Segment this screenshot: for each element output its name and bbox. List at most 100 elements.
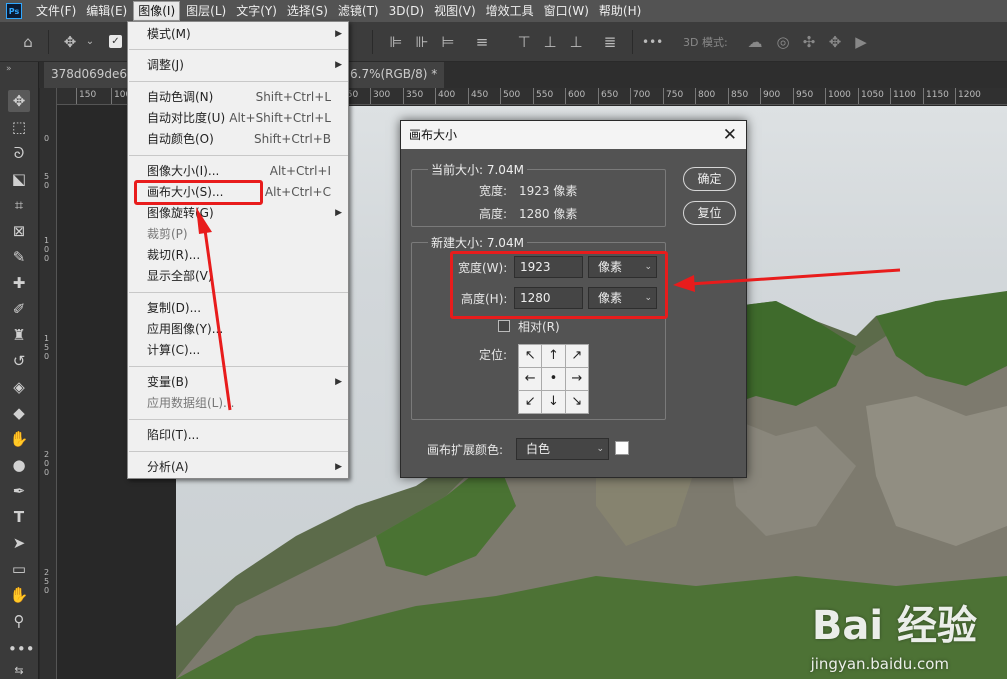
3d-camera-icon[interactable]: ▶ [851, 32, 871, 52]
3d-pan-icon[interactable]: ✣ [799, 32, 819, 52]
align-center-icon[interactable]: ⊪ [412, 32, 432, 52]
menu-select[interactable]: 选择(S) [283, 1, 332, 21]
menu-item-reveal-all[interactable]: 显示全部(V) [128, 266, 348, 287]
menu-item-auto-contrast[interactable]: 自动对比度(U) Alt+Shift+Ctrl+L [128, 108, 348, 129]
menu-item-trim[interactable]: 裁切(R)... [128, 245, 348, 266]
menu-filter[interactable]: 滤镜(T) [334, 1, 383, 21]
distribute-icon[interactable]: ≡ [472, 32, 492, 52]
menu-layer[interactable]: 图层(L) [182, 1, 230, 21]
collapse-grip-icon[interactable]: » [6, 64, 12, 74]
menu-item-label: 计算(C)... [147, 343, 201, 357]
align-right-icon[interactable]: ⊨ [438, 32, 458, 52]
menu-item-duplicate[interactable]: 复制(D)... [128, 298, 348, 319]
menu-item-image-size[interactable]: 图像大小(I)... Alt+Ctrl+I [128, 161, 348, 182]
menu-item-label: 陷印(T)... [147, 428, 200, 442]
auto-select-checkbox[interactable]: ✓ [109, 35, 122, 48]
marquee-tool-icon[interactable]: ⬚ [8, 116, 30, 138]
3d-orbit-icon[interactable]: ☁ [745, 32, 765, 52]
object-select-tool-icon[interactable]: ⬕ [8, 168, 30, 190]
menu-view[interactable]: 视图(V) [430, 1, 480, 21]
frame-tool-icon[interactable]: ⊠ [8, 220, 30, 242]
ruler-tick: 0 [44, 459, 50, 468]
clone-stamp-tool-icon[interactable]: ♜ [8, 324, 30, 346]
paint-bucket-tool-icon[interactable]: ◆ [8, 402, 30, 424]
chevron-down-icon[interactable]: ⌄ [80, 32, 100, 52]
3d-slide-icon[interactable]: ✥ [825, 32, 845, 52]
menu-item-apply-image[interactable]: 应用图像(Y)... [128, 319, 348, 340]
reset-button[interactable]: 复位 [683, 201, 736, 225]
crop-tool-icon[interactable]: ⌗ [8, 194, 30, 216]
ruler-tick: 2 [44, 450, 50, 459]
healing-brush-tool-icon[interactable]: ✚ [8, 272, 30, 294]
new-size-label: 新建大小: 7.04M [428, 234, 527, 251]
anchor-arrow-down-left-icon[interactable]: ↙ [517, 390, 543, 414]
pen-tool-icon[interactable]: ✒ [8, 480, 30, 502]
current-size-label: 当前大小: 7.04M [428, 161, 527, 178]
menu-item-mode[interactable]: 模式(M) ▶ [128, 24, 348, 45]
menu-image[interactable]: 图像(I) [133, 1, 181, 21]
anchor-arrow-right-icon[interactable]: → [564, 367, 590, 391]
anchor-arrow-down-right-icon[interactable]: ↘ [564, 390, 590, 414]
menu-item-crop[interactable]: 裁剪(P) [128, 224, 348, 245]
menu-item-auto-tone[interactable]: 自动色调(N) Shift+Ctrl+L [128, 87, 348, 108]
ruler-tick: 400 [435, 88, 455, 104]
menu-item-auto-color[interactable]: 自动颜色(O) Shift+Ctrl+B [128, 129, 348, 150]
eraser-tool-icon[interactable]: ◈ [8, 376, 30, 398]
ok-button[interactable]: 确定 [683, 167, 736, 191]
chevron-down-icon: ⌄ [596, 444, 604, 454]
anchor-arrow-up-right-icon[interactable]: ↗ [564, 344, 590, 368]
history-brush-tool-icon[interactable]: ↺ [8, 350, 30, 372]
path-select-tool-icon[interactable]: ➤ [8, 532, 30, 554]
anchor-center-dot-icon[interactable]: • [541, 367, 566, 391]
menu-item-calculations[interactable]: 计算(C)... [128, 340, 348, 361]
anchor-arrow-up-left-icon[interactable]: ↖ [517, 344, 543, 368]
move-tool-icon[interactable]: ✥ [60, 32, 80, 52]
distribute-vertical-icon[interactable]: ≣ [600, 32, 620, 52]
anchor-grid[interactable]: ↖ ↑ ↗ ← • → ↙ ↓ ↘ [517, 344, 590, 414]
brush-tool-icon[interactable]: ✐ [8, 298, 30, 320]
3d-mode-label: 3D 模式: [683, 36, 728, 49]
dodge-tool-icon[interactable]: ● [8, 454, 30, 476]
align-bottom-icon[interactable]: ⊥ [566, 32, 586, 52]
home-icon[interactable]: ⌂ [18, 32, 38, 52]
menu-window[interactable]: 窗口(W) [540, 1, 593, 21]
menu-type[interactable]: 文字(Y) [232, 1, 281, 21]
anchor-arrow-down-icon[interactable]: ↓ [541, 390, 566, 414]
ruler-tick: 1 [44, 334, 50, 343]
anchor-arrow-up-icon[interactable]: ↑ [541, 344, 566, 368]
menu-plugins[interactable]: 增效工具 [482, 1, 538, 21]
hand-tool-icon[interactable]: ✋ [8, 584, 30, 606]
menu-item-apply-data-set[interactable]: 应用数据组(L)... [128, 393, 348, 414]
menu-item-analysis[interactable]: 分析(A) ▶ [128, 457, 348, 478]
ruler-tick: 0 [44, 468, 50, 477]
canvas-extension-color-select[interactable]: 白色 ⌄ [516, 438, 609, 460]
blur-tool-icon[interactable]: ✋ [8, 428, 30, 450]
lasso-tool-icon[interactable]: ᘐ [8, 142, 30, 164]
menu-edit[interactable]: 编辑(E) [82, 1, 131, 21]
menu-item-label: 模式(M) [147, 27, 191, 41]
align-middle-icon[interactable]: ⊥ [540, 32, 560, 52]
menu-item-image-rotation[interactable]: 图像旋转(G) ▶ [128, 203, 348, 224]
more-options-icon[interactable]: ••• [642, 32, 663, 52]
zoom-tool-icon[interactable]: ⚲ [8, 610, 30, 632]
canvas-extension-color-swatch[interactable] [615, 441, 629, 455]
dialog-title: 画布大小 [401, 121, 746, 149]
align-top-icon[interactable]: ⊤ [514, 32, 534, 52]
menu-3d[interactable]: 3D(D) [385, 1, 428, 21]
menu-item-trap[interactable]: 陷印(T)... [128, 425, 348, 446]
align-left-icon[interactable]: ⊫ [386, 32, 406, 52]
3d-roll-icon[interactable]: ◎ [773, 32, 793, 52]
close-icon[interactable]: ✕ [723, 125, 737, 145]
move-tool-icon[interactable]: ✥ [8, 90, 30, 112]
menu-help[interactable]: 帮助(H) [595, 1, 645, 21]
type-tool-icon[interactable]: T [8, 506, 30, 528]
swap-colors-icon[interactable]: ⇆ [8, 660, 30, 679]
relative-checkbox[interactable] [498, 320, 510, 332]
menu-file[interactable]: 文件(F) [32, 1, 80, 21]
anchor-arrow-left-icon[interactable]: ← [517, 367, 543, 391]
edit-toolbar-icon[interactable]: ••• [8, 638, 35, 660]
menu-item-adjust[interactable]: 调整(J) ▶ [128, 55, 348, 76]
eyedropper-tool-icon[interactable]: ✎ [8, 246, 30, 268]
menu-item-variables[interactable]: 变量(B) ▶ [128, 372, 348, 393]
rectangle-tool-icon[interactable]: ▭ [8, 558, 30, 580]
